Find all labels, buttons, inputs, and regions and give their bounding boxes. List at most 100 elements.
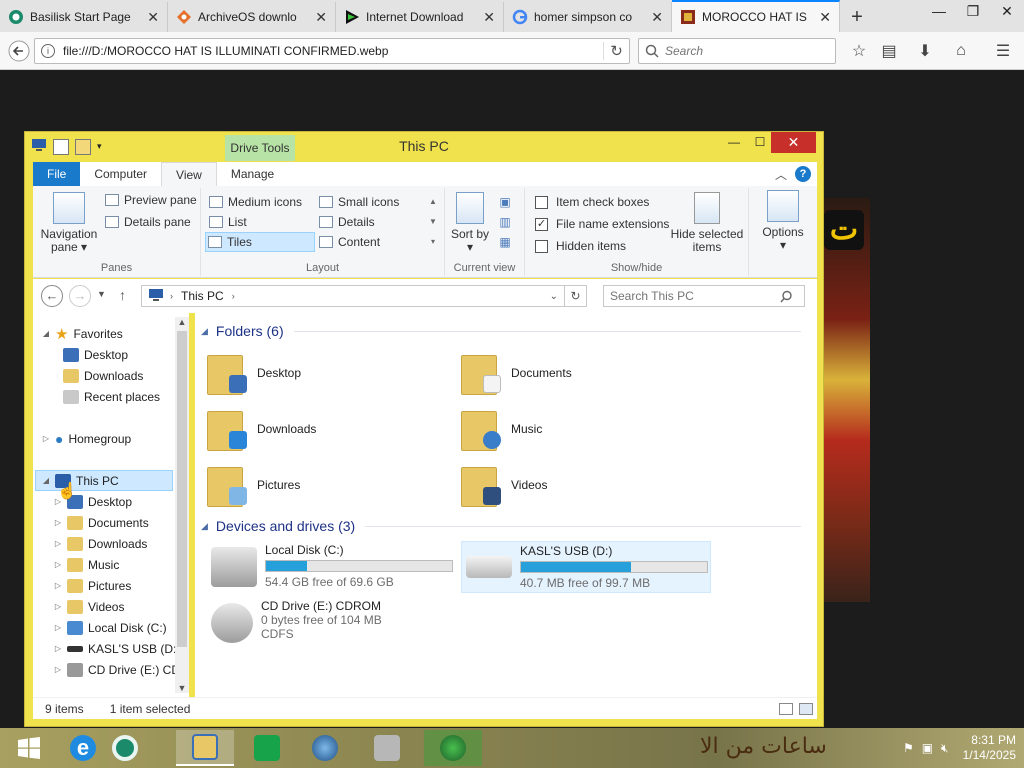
tab-view[interactable]: View	[161, 162, 217, 186]
tab-internet-download[interactable]: Internet Download ✕	[336, 2, 504, 32]
nav-pc-cd-drive[interactable]: ▷ CD Drive (E:) CDF	[53, 659, 187, 680]
layout-scroll-icon[interactable]: ▲ ▼ ▾	[427, 192, 439, 252]
tab-archiveos[interactable]: ArchiveOS downlo ✕	[168, 2, 336, 32]
nav-pc-documents[interactable]: ▷ Documents	[53, 512, 149, 533]
drive-tile-cd[interactable]: CD Drive (E:) CDROM 0 bytes free of 104 …	[207, 597, 459, 655]
expand-arrow-icon[interactable]: ▷	[53, 623, 63, 632]
reading-list-icon[interactable]: ▤	[876, 38, 902, 64]
folder-tile-downloads[interactable]: Downloads	[207, 403, 457, 455]
drive-tile-local-disk[interactable]: Local Disk (C:) 54.4 GB free of 69.6 GB	[207, 541, 459, 593]
close-tab-icon[interactable]: ✕	[651, 9, 663, 26]
explorer-title-bar[interactable]: ▾ Drive Tools This PC — ☐ ✕	[25, 132, 823, 162]
folder-tile-desktop[interactable]: Desktop	[207, 347, 457, 399]
address-chevron-icon[interactable]: ›	[170, 291, 173, 301]
file-explorer-taskbar[interactable]	[176, 730, 234, 766]
nav-homegroup[interactable]: ▷ ● Homegroup	[41, 428, 131, 449]
address-chevron-icon[interactable]: ›	[232, 291, 235, 301]
nav-pc-local-disk[interactable]: ▷ Local Disk (C:)	[53, 617, 167, 638]
expand-arrow-icon[interactable]: ▷	[53, 539, 63, 548]
collapse-arrow-icon[interactable]: ◢	[201, 326, 208, 337]
idm-taskbar[interactable]	[424, 730, 482, 766]
navigation-pane-button[interactable]: Navigation pane ▾	[39, 192, 99, 254]
drive-tile-usb[interactable]: KASL'S USB (D:) 40.7 MB free of 99.7 MB	[461, 541, 711, 593]
tab-computer[interactable]: Computer	[80, 162, 161, 186]
flag-icon[interactable]: ⚑	[903, 741, 914, 755]
minimize-window-button[interactable]: —	[922, 0, 956, 30]
browser-search-input[interactable]	[665, 44, 825, 58]
layout-tiles[interactable]: Tiles	[205, 232, 315, 252]
expand-arrow-icon[interactable]: ▷	[53, 518, 63, 527]
expand-arrow-icon[interactable]: ▷	[53, 581, 63, 590]
browser-search-bar[interactable]	[638, 38, 836, 64]
nav-favorites-desktop[interactable]: Desktop	[63, 344, 128, 365]
forward-arrow-button[interactable]: →	[69, 285, 91, 307]
details-view-icon[interactable]	[779, 702, 793, 715]
refresh-button[interactable]: ↻	[565, 285, 587, 307]
home-icon[interactable]: ⌂	[948, 38, 974, 64]
item-check-boxes-checkbox[interactable]	[535, 195, 548, 209]
tab-basilisk[interactable]: Basilisk Start Page ✕	[0, 2, 168, 32]
scrollbar-thumb[interactable]	[177, 331, 187, 647]
hide-selected-items-button[interactable]: Hide selected items	[669, 192, 745, 254]
volume-muted-icon[interactable]: 🔇︎	[941, 741, 949, 756]
collapse-ribbon-icon[interactable]: ︿	[775, 166, 787, 183]
sort-by-button[interactable]: Sort by ▾	[451, 192, 489, 254]
expand-arrow-icon[interactable]: ▷	[53, 644, 63, 653]
nav-pc-music[interactable]: ▷ Music	[53, 554, 119, 575]
devices-section-header[interactable]: ◢ Devices and drives (3)	[201, 518, 801, 534]
folder-tile-videos[interactable]: Videos	[461, 459, 711, 511]
nav-scrollbar[interactable]: ▲ ▼	[175, 317, 189, 693]
layout-medium-icons[interactable]: Medium icons	[207, 192, 313, 212]
recent-locations-icon[interactable]: ▼	[97, 289, 106, 299]
expand-arrow-icon[interactable]: ▷	[53, 560, 63, 569]
search-icon[interactable]	[780, 290, 793, 303]
close-tab-icon[interactable]: ✕	[315, 9, 327, 26]
bookmark-star-icon[interactable]: ☆	[846, 38, 872, 64]
close-window-button[interactable]: ✕	[990, 0, 1024, 30]
nav-pc-usb-drive[interactable]: ▷ KASL'S USB (D:)	[53, 638, 180, 659]
explorer-search-box[interactable]	[603, 285, 805, 307]
hidden-items-toggle[interactable]: Hidden items	[533, 236, 626, 256]
nav-pc-pictures[interactable]: ▷ Pictures	[53, 575, 131, 596]
folder-tile-documents[interactable]: Documents	[461, 347, 711, 399]
folders-section-header[interactable]: ◢ Folders (6)	[201, 323, 801, 339]
nav-favorites-downloads[interactable]: Downloads	[63, 365, 143, 386]
network-icon[interactable]: ▣	[922, 741, 933, 755]
layout-small-icons[interactable]: Small icons	[317, 192, 427, 212]
url-text[interactable]: file:///D:/MOROCCO HAT IS ILLUMINATI CON…	[63, 44, 603, 58]
reload-icon[interactable]: ↻	[603, 42, 629, 60]
new-tab-button[interactable]: +	[840, 2, 874, 32]
nav-this-pc[interactable]: ◢ This PC	[35, 470, 173, 491]
expand-arrow-icon[interactable]: ◢	[41, 476, 51, 485]
folder-tile-pictures[interactable]: Pictures	[207, 459, 457, 511]
close-tab-icon[interactable]: ✕	[147, 9, 159, 26]
printer-tool-taskbar[interactable]	[358, 730, 416, 766]
layout-details[interactable]: Details	[317, 212, 427, 232]
hidden-items-checkbox[interactable]	[535, 239, 548, 253]
help-icon[interactable]: ?	[795, 166, 811, 182]
start-button[interactable]	[0, 730, 58, 766]
minimize-button[interactable]: —	[721, 132, 747, 153]
address-bar[interactable]: › This PC › ⌄	[141, 285, 565, 307]
expand-arrow-icon[interactable]: ▷	[53, 665, 63, 674]
collapse-arrow-icon[interactable]: ◢	[201, 521, 208, 532]
close-button[interactable]: ✕	[771, 132, 816, 153]
expand-arrow-icon[interactable]: ▷	[53, 602, 63, 611]
expand-arrow-icon[interactable]: ◢	[41, 329, 51, 338]
item-check-boxes-toggle[interactable]: Item check boxes	[533, 192, 649, 212]
preview-pane-button[interactable]: Preview pane	[103, 190, 197, 210]
folder-tile-music[interactable]: Music	[461, 403, 711, 455]
tab-manage[interactable]: Manage	[217, 162, 288, 186]
basilisk-taskbar[interactable]	[96, 730, 154, 766]
url-bar[interactable]: i file:///D:/MOROCCO HAT IS ILLUMINATI C…	[34, 38, 630, 64]
file-name-extensions-toggle[interactable]: ✓ File name extensions	[533, 214, 669, 234]
large-icons-view-icon[interactable]	[799, 702, 813, 715]
back-button[interactable]	[6, 38, 32, 64]
details-pane-button[interactable]: Details pane	[103, 212, 191, 232]
address-dropdown-icon[interactable]: ⌄	[550, 291, 558, 302]
expand-arrow-icon[interactable]: ▷	[41, 434, 51, 443]
nav-recent-places[interactable]: Recent places	[63, 386, 160, 407]
downloads-icon[interactable]: ⬇	[912, 38, 938, 64]
explorer-search-input[interactable]	[610, 289, 780, 303]
options-button[interactable]: Options ▾	[757, 190, 809, 252]
